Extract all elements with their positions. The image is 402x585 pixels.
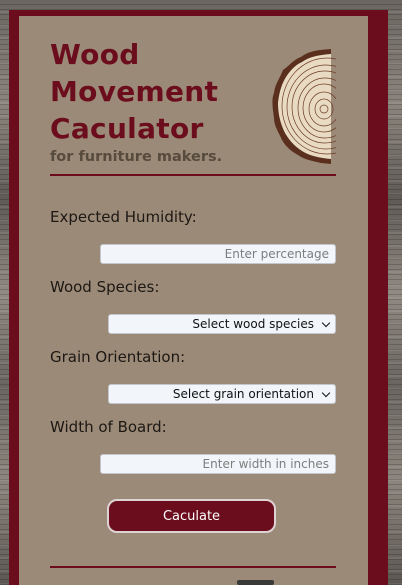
- wood-species-selected: Select wood species: [192, 317, 314, 331]
- header-divider: [50, 174, 336, 176]
- humidity-label: Expected Humidity:: [50, 208, 197, 226]
- title-line-3: Caculator: [50, 112, 204, 145]
- wood-species-label: Wood Species:: [50, 278, 160, 296]
- chevron-down-icon: [321, 318, 331, 327]
- footer-divider: [50, 566, 336, 568]
- calculate-button[interactable]: Caculate: [107, 499, 276, 533]
- page-title: Wood Movement Caculator: [50, 36, 218, 147]
- title-line-1: Wood: [50, 38, 140, 71]
- scrollbar-thumb[interactable]: [237, 580, 274, 585]
- board-width-input[interactable]: [100, 454, 336, 474]
- grain-orientation-select[interactable]: Select grain orientation: [108, 384, 336, 404]
- wood-log-cross-section-icon: [269, 46, 336, 166]
- grain-orientation-selected: Select grain orientation: [172, 387, 314, 401]
- humidity-input[interactable]: [100, 244, 336, 264]
- calculator-card: Wood Movement Caculator for furniture ma…: [19, 16, 368, 585]
- title-line-2: Movement: [50, 75, 219, 108]
- chevron-down-icon: [321, 388, 331, 397]
- board-width-label: Width of Board:: [50, 418, 167, 436]
- wood-species-select[interactable]: Select wood species: [108, 314, 336, 334]
- page-subtitle: for furniture makers.: [50, 149, 223, 165]
- grain-orientation-label: Grain Orientation:: [50, 348, 186, 366]
